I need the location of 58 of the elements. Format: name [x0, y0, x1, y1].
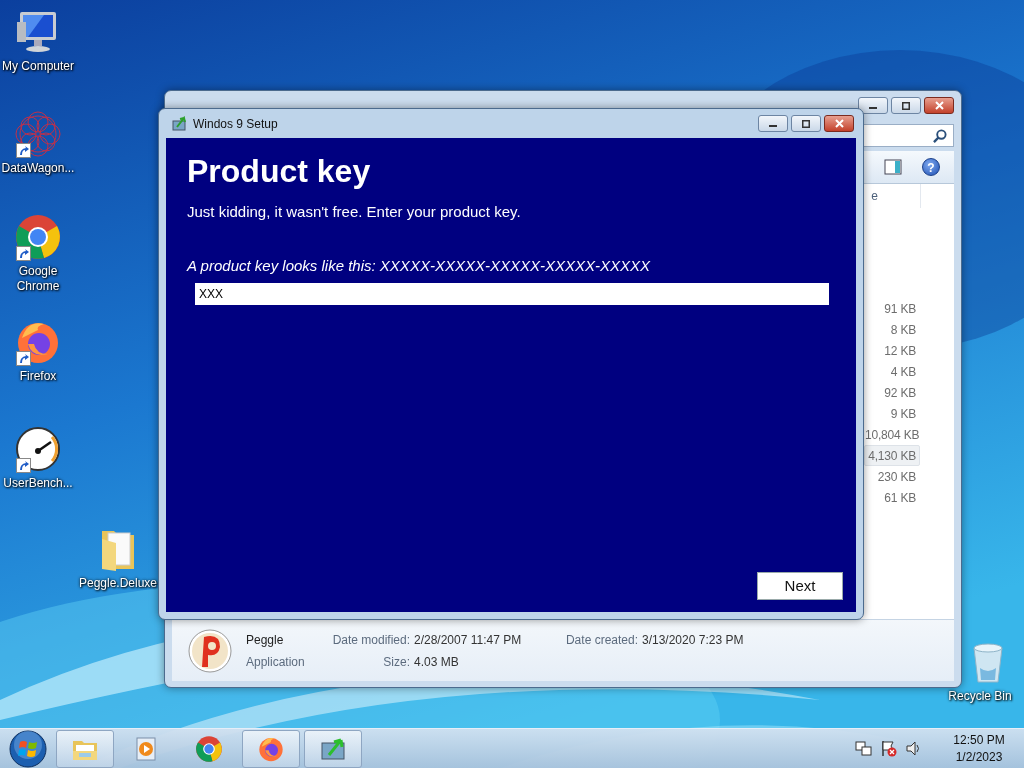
file-size-cell[interactable]: 91 KB [864, 298, 920, 319]
field-label: Date modified: [331, 631, 410, 649]
desktop-icon-label[interactable]: Firefox [19, 369, 57, 384]
file-size-cell[interactable]: 4,130 KB [864, 445, 920, 466]
chrome-icon [195, 734, 223, 763]
hint-text: A product key looks like this: XXXXX-XXXXX-XXXXX-XXXXX-XXXXX [187, 257, 651, 275]
file-size-cell[interactable]: 8 KB [864, 319, 920, 340]
desktop-icon-label[interactable]: My Computer [2, 59, 74, 74]
taskbar-button[interactable] [242, 729, 300, 768]
maximize-button[interactable] [891, 97, 921, 114]
close-button[interactable] [924, 97, 954, 114]
close-icon [834, 119, 844, 128]
close-button[interactable] [824, 115, 854, 132]
file-type: Application [246, 653, 306, 671]
subtitle-text: Just kidding, it wasn't free. Enter your product key. [187, 203, 522, 221]
file-size-cell[interactable]: 4 KB [864, 361, 920, 382]
file-size-cell[interactable]: 9 KB [864, 403, 920, 424]
page-heading: Product key [187, 152, 372, 191]
desktop-icon-label[interactable]: Peggle.Deluxe [78, 576, 158, 591]
minimize-button[interactable] [758, 115, 788, 132]
file-size-cell[interactable]: 61 KB [864, 487, 920, 508]
file-size-cell[interactable]: 230 KB [864, 466, 920, 487]
network-icon[interactable] [855, 740, 872, 757]
column-header[interactable]: e [871, 187, 878, 205]
minimize-icon [769, 125, 777, 127]
desktop-icon-label[interactable]: UserBench... [3, 476, 73, 491]
file-size-cell[interactable]: 10,804 KB [864, 424, 920, 445]
window-title: Windos 9 Setup [193, 115, 279, 133]
star-mesh-icon[interactable] [14, 110, 62, 158]
next-button[interactable]: Next [757, 572, 843, 600]
flag-icon[interactable] [880, 740, 897, 757]
start-button[interactable] [8, 728, 48, 768]
setup-icon [172, 116, 186, 131]
field-label: Date created: [564, 631, 638, 649]
app-icon [188, 628, 232, 673]
search-icon[interactable] [933, 128, 947, 143]
maximize-button[interactable] [791, 115, 821, 132]
desktop-icon-label[interactable]: DataWagon... [1, 161, 75, 176]
speaker-icon[interactable] [905, 740, 922, 757]
close-icon [934, 101, 944, 110]
maximize-icon [802, 119, 810, 128]
clock-time: 12:50 PM [952, 731, 1006, 749]
maximize-icon [902, 101, 910, 110]
product-key-field[interactable]: XXX [195, 283, 829, 305]
help-icon[interactable]: ? [922, 158, 940, 176]
minimize-icon [869, 107, 877, 109]
clock-date: 1/2/2023 [954, 748, 1004, 766]
field-value: 3/13/2020 7:23 PM [642, 631, 744, 649]
field-value: 4.03 MB [414, 653, 460, 671]
field-value: 2/28/2007 11:47 PM [414, 631, 523, 649]
file-size-cell[interactable]: 92 KB [864, 382, 920, 403]
desktop-icon-label[interactable]: Google Chrome [0, 264, 76, 294]
file-name: Peggle [246, 631, 285, 649]
taskbar-button[interactable] [304, 729, 362, 768]
minimize-button[interactable] [858, 97, 888, 114]
file-size-cell[interactable]: 12 KB [864, 340, 920, 361]
field-label: Size: [382, 653, 410, 671]
preview-pane-icon[interactable] [884, 159, 902, 175]
